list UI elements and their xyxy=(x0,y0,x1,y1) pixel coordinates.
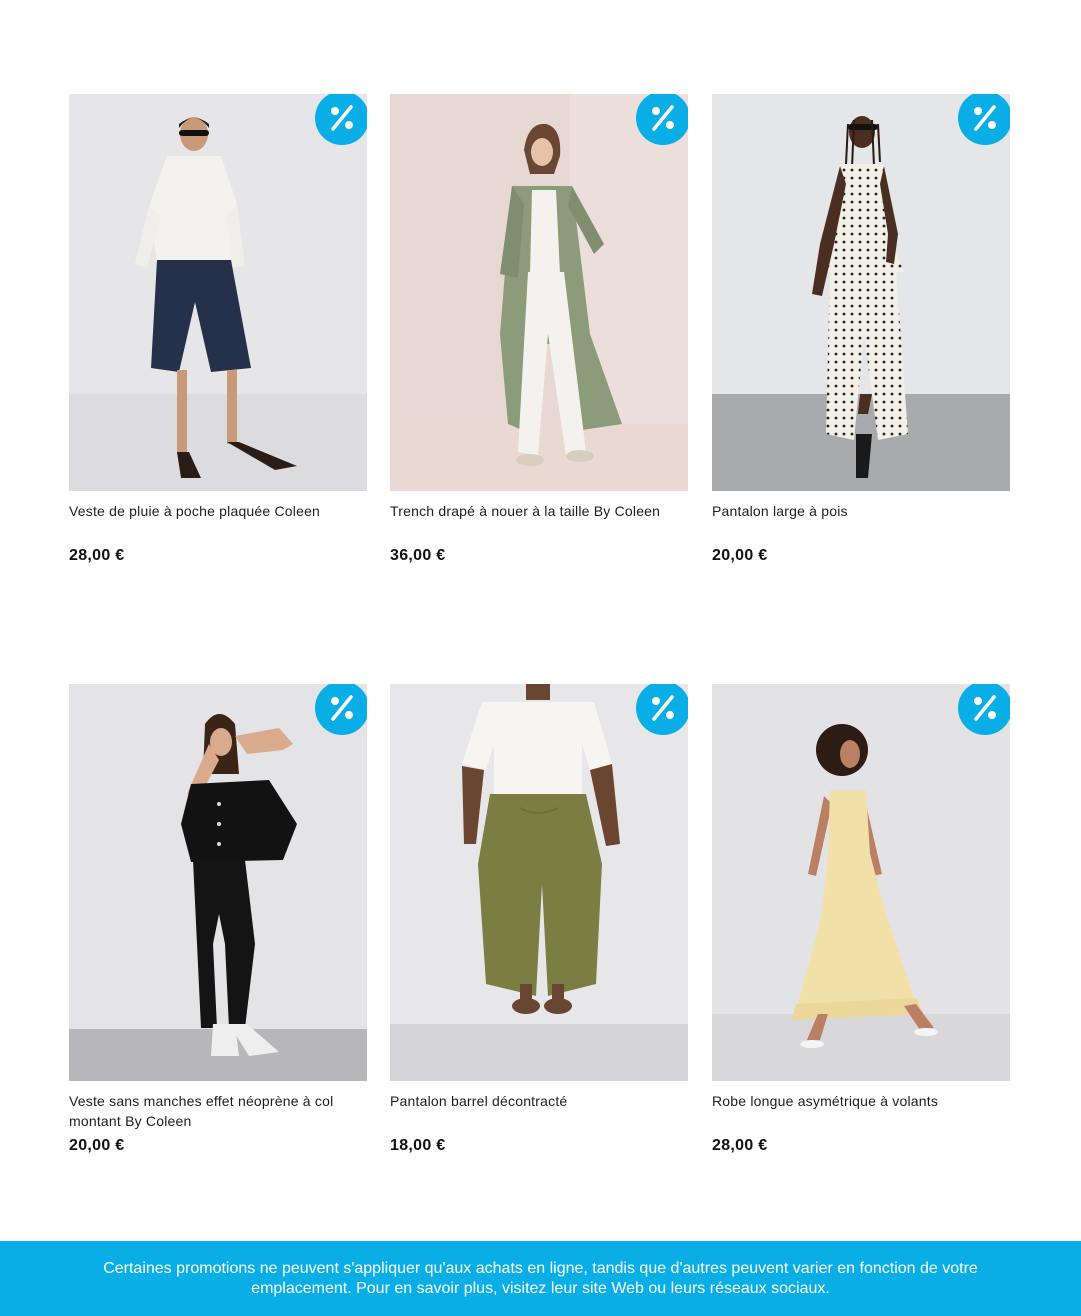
percent-icon xyxy=(652,105,674,131)
discount-badge xyxy=(315,684,367,735)
percent-icon xyxy=(331,695,353,721)
product-card[interactable]: Veste sans manches effet néoprène à col … xyxy=(69,684,367,1155)
discount-badge xyxy=(636,94,688,145)
product-card[interactable]: Pantalon barrel décontracté 18,00 € xyxy=(390,684,688,1155)
product-card[interactable]: Trench drapé à nouer à la taille By Cole… xyxy=(390,94,688,565)
product-card[interactable]: Veste de pluie à poche plaquée Coleen 28… xyxy=(69,94,367,565)
product-price: 20,00 € xyxy=(69,1137,125,1154)
product-image[interactable] xyxy=(390,684,688,1081)
product-title[interactable]: Pantalon large à pois xyxy=(712,501,1010,541)
product-image[interactable] xyxy=(712,684,1010,1081)
product-card[interactable]: Robe longue asymétrique à volants 28,00 … xyxy=(712,684,1010,1155)
product-photo-maxi-dress xyxy=(712,684,1010,1081)
discount-badge xyxy=(636,684,688,735)
discount-badge xyxy=(958,684,1010,735)
product-price: 18,00 € xyxy=(390,1137,446,1154)
product-title[interactable]: Veste de pluie à poche plaquée Coleen xyxy=(69,501,367,541)
product-price: 28,00 € xyxy=(712,1137,768,1154)
product-photo-barrel-pants xyxy=(390,684,688,1081)
product-title[interactable]: Pantalon barrel décontracté xyxy=(390,1091,688,1131)
percent-icon xyxy=(974,105,996,131)
product-price: 20,00 € xyxy=(712,547,768,564)
product-image[interactable] xyxy=(390,94,688,491)
percent-icon xyxy=(331,105,353,131)
product-photo-jacket-shorts xyxy=(69,94,367,491)
discount-badge xyxy=(958,94,1010,145)
product-price: 36,00 € xyxy=(390,547,446,564)
product-price: 28,00 € xyxy=(69,547,125,564)
product-photo-trench-coat xyxy=(390,94,688,491)
product-card[interactable]: Pantalon large à pois 20,00 € xyxy=(712,94,1010,565)
promotion-notice-text: Certaines promotions ne peuvent s'appliq… xyxy=(103,1259,978,1297)
product-image[interactable] xyxy=(69,94,367,491)
product-title[interactable]: Trench drapé à nouer à la taille By Cole… xyxy=(390,501,688,541)
discount-badge xyxy=(315,94,367,145)
product-photo-sleeveless-jacket xyxy=(69,684,367,1081)
product-image[interactable] xyxy=(69,684,367,1081)
product-grid-page: Veste de pluie à poche plaquée Coleen 28… xyxy=(0,0,1081,1316)
promotion-notice-bar: Certaines promotions ne peuvent s'appliq… xyxy=(0,1241,1081,1316)
percent-icon xyxy=(652,695,674,721)
percent-icon xyxy=(974,695,996,721)
product-title[interactable]: Veste sans manches effet néoprène à col … xyxy=(69,1091,367,1131)
product-title[interactable]: Robe longue asymétrique à volants xyxy=(712,1091,1010,1131)
product-photo-polka-dot-set xyxy=(712,94,1010,491)
product-image[interactable] xyxy=(712,94,1010,491)
